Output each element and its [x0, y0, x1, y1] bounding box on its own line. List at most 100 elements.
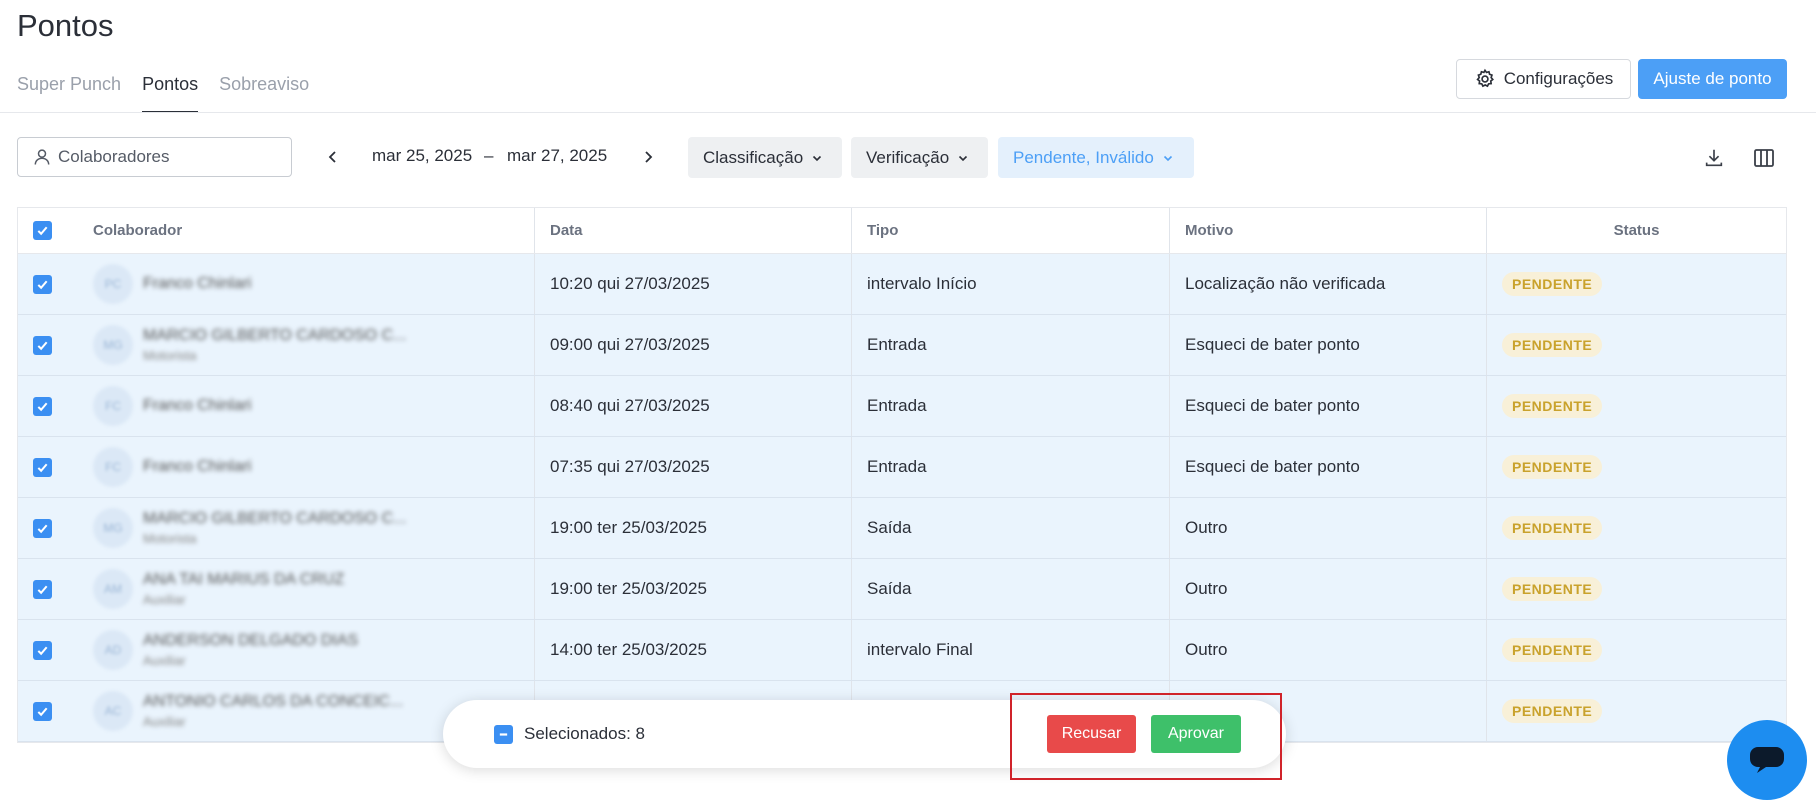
employee-cell[interactable]: AM ANA TAI MARIUS DA CRUZ Auxiliar: [66, 559, 534, 619]
row-checkbox[interactable]: [32, 396, 52, 416]
columns-icon: [1754, 149, 1774, 167]
header-colaborador[interactable]: Colaborador: [66, 208, 534, 253]
date-cell: 14:00 ter 25/03/2025: [534, 620, 851, 680]
employee-info: Franco Chinlari: [143, 458, 251, 476]
employee-info: ANA TAI MARIUS DA CRUZ Auxiliar: [143, 571, 344, 607]
avatar: PC: [93, 264, 133, 304]
employee-info: MARCIO GILBERTO CARDOSO C... Motorista: [143, 510, 406, 546]
filter-classificacao[interactable]: Classificação: [688, 137, 842, 178]
table-header: Colaborador Data Tipo Motivo Status: [18, 208, 1786, 254]
avatar: AC: [93, 691, 133, 731]
reason-cell: Outro: [1169, 498, 1486, 558]
tab-super-punch[interactable]: Super Punch: [17, 70, 121, 113]
header-tipo[interactable]: Tipo: [851, 208, 1169, 253]
check-icon: [37, 341, 47, 350]
employee-name: ANA TAI MARIUS DA CRUZ: [143, 571, 345, 588]
chevron-right-icon: [645, 151, 653, 163]
filter-verificacao-label: Verificação: [866, 147, 950, 167]
row-checkbox[interactable]: [32, 701, 52, 721]
row-checkbox[interactable]: [32, 457, 52, 477]
header-status[interactable]: Status: [1486, 208, 1786, 253]
table-body: PC Franco Chinlari 10:20 qui 27/03/2025 int…: [18, 254, 1786, 742]
employee-info: ANTONIO CARLOS DA CONCEIC... Auxiliar: [143, 693, 403, 729]
table-row[interactable]: MG MARCIO GILBERTO CARDOSO C... Motorista 0…: [18, 315, 1786, 376]
status-cell: PENDENTE: [1486, 254, 1786, 314]
employee-name: ANTONIO CARLOS DA CONCEIC...: [143, 693, 404, 710]
employee-cell[interactable]: AD ANDERSON DELGADO DIAS Auxiliar: [66, 620, 534, 680]
employee-cell[interactable]: MG MARCIO GILBERTO CARDOSO C... Motorista: [66, 315, 534, 375]
reject-button[interactable]: Recusar: [1047, 715, 1136, 753]
tab-sobreaviso[interactable]: Sobreaviso: [219, 70, 309, 113]
avatar: AD: [93, 630, 133, 670]
employee-info: MARCIO GILBERTO CARDOSO C... Motorista: [143, 327, 406, 363]
chevron-down-icon: [1163, 155, 1172, 161]
date-cell: 09:00 qui 27/03/2025: [534, 315, 851, 375]
tab-pontos[interactable]: Pontos: [142, 70, 199, 113]
filter-status-label: Pendente, Inválido: [1013, 147, 1154, 167]
row-checkbox[interactable]: [32, 274, 52, 294]
row-select-cell: [18, 681, 66, 741]
settings-button-label: Configurações: [1503, 69, 1614, 88]
row-checkbox[interactable]: [32, 518, 52, 538]
type-cell: intervalo Final: [851, 620, 1169, 680]
select-all-checkbox[interactable]: [32, 221, 52, 240]
chat-button[interactable]: [1727, 720, 1807, 800]
header-motivo[interactable]: Motivo: [1169, 208, 1486, 253]
filter-classificacao-label: Classificação: [703, 147, 804, 167]
type-cell: Entrada: [851, 437, 1169, 497]
type-cell: Entrada: [851, 315, 1169, 375]
employee-role: Motorista: [143, 531, 197, 546]
employee-role: Motorista: [143, 348, 197, 363]
employee-cell[interactable]: FC Franco Chinlari: [66, 437, 534, 497]
header-data[interactable]: Data: [534, 208, 851, 253]
table-row[interactable]: FC Franco Chinlari 08:40 qui 27/03/2025 Ent…: [18, 376, 1786, 437]
employee-name: MARCIO GILBERTO CARDOSO C...: [143, 327, 407, 344]
date-end[interactable]: mar 27, 2025: [507, 146, 607, 166]
approve-button[interactable]: Aprovar: [1151, 715, 1241, 753]
status-cell: PENDENTE: [1486, 620, 1786, 680]
download-icon: [1705, 149, 1723, 167]
employee-name: Franco Chinlari: [143, 397, 252, 414]
filter-status[interactable]: Pendente, Inválido: [998, 137, 1194, 178]
date-start[interactable]: mar 25, 2025: [372, 146, 472, 166]
row-select-cell: [18, 437, 66, 497]
row-checkbox[interactable]: [32, 579, 52, 599]
status-badge: PENDENTE: [1502, 394, 1603, 418]
employee-info: ANDERSON DELGADO DIAS Auxiliar: [143, 632, 358, 668]
minus-icon: [499, 733, 508, 736]
employee-cell[interactable]: PC Franco Chinlari: [66, 254, 534, 314]
download-button[interactable]: [1701, 145, 1727, 171]
date-cell: 07:35 qui 27/03/2025: [534, 437, 851, 497]
employee-info: Franco Chinlari: [143, 397, 251, 415]
filter-verificacao[interactable]: Verificação: [851, 137, 988, 178]
check-icon: [37, 646, 47, 655]
table-row[interactable]: MG MARCIO GILBERTO CARDOSO C... Motorista 1…: [18, 498, 1786, 559]
page-title: Pontos: [17, 8, 114, 43]
columns-button[interactable]: [1751, 145, 1777, 171]
status-cell: PENDENTE: [1486, 376, 1786, 436]
check-icon: [37, 524, 47, 533]
employee-cell[interactable]: MG MARCIO GILBERTO CARDOSO C... Motorista: [66, 498, 534, 558]
date-next-button[interactable]: [637, 146, 659, 168]
employee-role: Auxiliar: [143, 714, 186, 729]
row-select-cell: [18, 498, 66, 558]
settings-button[interactable]: Configurações: [1456, 59, 1631, 99]
date-prev-button[interactable]: [322, 146, 344, 168]
row-select-cell: [18, 559, 66, 619]
employee-info: Franco Chinlari: [143, 275, 251, 293]
employee-search[interactable]: [17, 137, 292, 177]
table-row[interactable]: PC Franco Chinlari 10:20 qui 27/03/2025 int…: [18, 254, 1786, 315]
chevron-down-icon: [959, 155, 968, 161]
deselect-all-checkbox[interactable]: [494, 725, 513, 744]
status-badge: PENDENTE: [1502, 455, 1603, 479]
row-checkbox[interactable]: [32, 640, 52, 660]
table-row[interactable]: FC Franco Chinlari 07:35 qui 27/03/2025 Ent…: [18, 437, 1786, 498]
employee-search-input[interactable]: [58, 147, 278, 167]
table-row[interactable]: AM ANA TAI MARIUS DA CRUZ Auxiliar 19:00 te…: [18, 559, 1786, 620]
employee-name: Franco Chinlari: [143, 458, 252, 475]
adjust-punch-button[interactable]: Ajuste de ponto: [1638, 59, 1787, 99]
table-row[interactable]: AD ANDERSON DELGADO DIAS Auxiliar 14:00 ter…: [18, 620, 1786, 681]
employee-cell[interactable]: FC Franco Chinlari: [66, 376, 534, 436]
row-checkbox[interactable]: [32, 335, 52, 355]
avatar: MG: [93, 508, 133, 548]
